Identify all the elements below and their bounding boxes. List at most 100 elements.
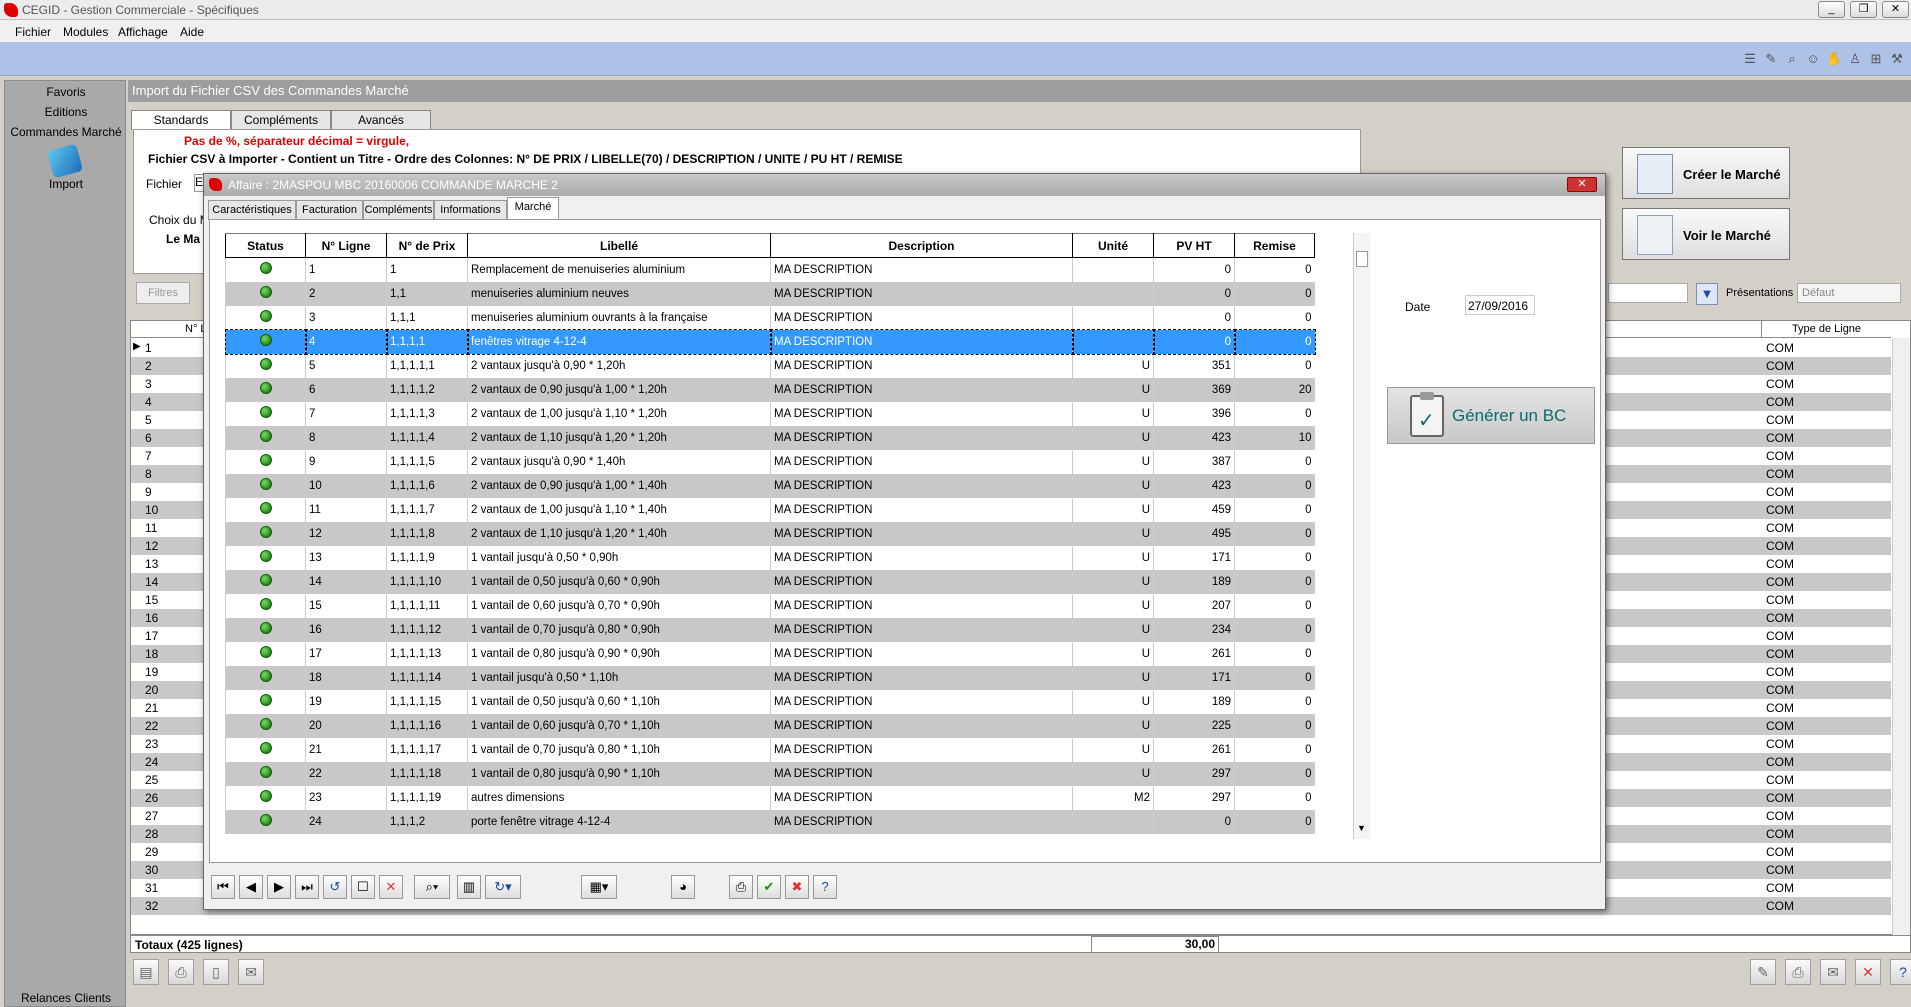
col-n-ligne[interactable]: N° Ligne xyxy=(305,233,387,258)
print-icon[interactable]: ⎙ xyxy=(168,959,194,985)
marche-row[interactable]: 17 1,1,1,1,13 1 vantail de 0,80 jusqu'à 0,… xyxy=(225,641,1315,666)
tab-marche[interactable]: Marché xyxy=(507,197,559,220)
col-remise[interactable]: Remise xyxy=(1234,233,1315,258)
marche-row[interactable]: 19 1,1,1,1,15 1 vantail de 0,50 jusqu'à 0,… xyxy=(225,689,1315,714)
table-scrollbar[interactable]: ▼ xyxy=(1353,233,1370,839)
list-icon[interactable]: ☰ xyxy=(1742,51,1758,67)
help-icon[interactable]: ? xyxy=(1890,959,1911,985)
print-dlg-icon[interactable]: ⎙ xyxy=(729,875,753,899)
date-input[interactable]: 27/09/2016 xyxy=(1465,295,1535,315)
marche-row[interactable]: 1 1 Remplacement de menuiseries aluminium M… xyxy=(225,257,1315,282)
next-icon[interactable]: ▶ xyxy=(267,875,291,899)
col-pv-ht[interactable]: PV HT xyxy=(1153,233,1235,258)
scroll-thumb[interactable] xyxy=(1356,251,1368,267)
scroll-down-icon[interactable]: ▼ xyxy=(1357,823,1366,833)
hand-icon[interactable]: ✋ xyxy=(1826,51,1842,67)
marche-row[interactable]: 12 1,1,1,1,8 2 vantaux de 1,10 jusqu'à 1,2… xyxy=(225,521,1315,546)
export-icon[interactable]: ✉ xyxy=(238,959,264,985)
filtres-button[interactable]: Filtres xyxy=(136,282,190,304)
new-icon[interactable]: ☐ xyxy=(351,875,375,899)
close-window-button[interactable]: ✕ xyxy=(1882,1,1909,18)
tab-standards[interactable]: Standards xyxy=(131,110,231,130)
search-icon[interactable]: ⌕ xyxy=(1784,51,1800,67)
col-n-prix[interactable]: N° de Prix xyxy=(386,233,468,258)
marche-row[interactable]: 20 1,1,1,1,16 1 vantail de 0,60 jusqu'à 0,… xyxy=(225,713,1315,738)
undo-icon[interactable]: ↺ xyxy=(323,875,347,899)
tab-avances[interactable]: Avancés xyxy=(331,110,431,130)
tab-caracteristiques[interactable]: Caractéristiques xyxy=(208,200,296,220)
marche-row[interactable]: 7 1,1,1,1,3 2 vantaux de 1,00 jusqu'à 1,10… xyxy=(225,401,1315,426)
module-commandes-marche[interactable]: Commandes Marché xyxy=(5,125,127,139)
col-libelle[interactable]: Libellé xyxy=(467,233,771,258)
marche-row[interactable]: 4 1,1,1,1 fenêtres vitrage 4-12-4 MA DESCRI… xyxy=(224,328,1316,355)
marche-row[interactable]: 11 1,1,1,1,7 2 vantaux de 1,00 jusqu'à 1,1… xyxy=(225,497,1315,522)
marche-row[interactable]: 14 1,1,1,1,10 1 vantail de 0,50 jusqu'à 0,… xyxy=(225,569,1315,594)
filter-combo[interactable] xyxy=(1608,283,1688,303)
pen-icon[interactable]: ✎ xyxy=(1763,51,1779,67)
module-import[interactable]: Import xyxy=(5,177,127,191)
tab-complements[interactable]: Compléments xyxy=(231,110,331,130)
marche-row[interactable]: 13 1,1,1,1,9 1 vantail jusqu'à 0,50 * 0,90… xyxy=(225,545,1315,570)
cell-remise: 0 xyxy=(1234,593,1315,618)
module-editions[interactable]: Editions xyxy=(5,105,127,119)
col-description[interactable]: Description xyxy=(770,233,1073,258)
marche-row[interactable]: 2 1,1 menuiseries aluminium neuves MA DESCR… xyxy=(225,281,1315,306)
open-doc-icon[interactable]: ▯ xyxy=(203,959,229,985)
print-preview-icon[interactable]: ▤ xyxy=(133,959,159,985)
marche-row[interactable]: 23 1,1,1,1,19 autres dimensions MA DESCRIPT… xyxy=(225,785,1315,810)
validate-icon[interactable]: ✔ xyxy=(757,875,781,899)
users-icon[interactable]: ☺ xyxy=(1805,51,1821,67)
refresh-icon[interactable]: ↻▾ xyxy=(485,875,521,899)
menu-affichage[interactable]: Affichage xyxy=(118,25,168,39)
delete-record-icon[interactable]: ✕ xyxy=(379,875,403,899)
cancel-icon[interactable]: ✖ xyxy=(785,875,809,899)
module-favoris[interactable]: Favoris xyxy=(5,85,127,99)
col-unite[interactable]: Unité xyxy=(1072,233,1154,258)
marche-row[interactable]: 16 1,1,1,1,12 1 vantail de 0,70 jusqu'à 0,… xyxy=(225,617,1315,642)
columns-icon[interactable]: ▥ xyxy=(457,875,481,899)
marche-row[interactable]: 3 1,1,1 menuiseries aluminium ouvrants à l… xyxy=(225,305,1315,330)
search-record-icon[interactable]: ⌕▾ xyxy=(414,875,450,899)
tab-informations[interactable]: Informations xyxy=(434,200,507,220)
menu-modules[interactable]: Modules xyxy=(63,25,108,39)
tools-icon[interactable]: ⚒ xyxy=(1889,51,1905,67)
restore-button[interactable]: ❐ xyxy=(1850,1,1877,18)
marche-row[interactable]: 8 1,1,1,1,4 2 vantaux de 1,10 jusqu'à 1,20… xyxy=(225,425,1315,450)
col-status[interactable]: Status xyxy=(225,233,306,258)
module-relances-clients[interactable]: Relances Clients xyxy=(5,991,127,1005)
prev-icon[interactable]: ◀ xyxy=(239,875,263,899)
calendar-icon[interactable]: ▦▾ xyxy=(581,875,617,899)
menu-fichier[interactable]: Fichier xyxy=(15,25,51,39)
filter-apply-icon[interactable]: ▼ xyxy=(1696,283,1718,305)
tool-a-icon[interactable]: ✎ xyxy=(1750,959,1776,985)
marche-row[interactable]: 9 1,1,1,1,5 2 vantaux jusqu'à 0,90 * 1,40h… xyxy=(225,449,1315,474)
tool-c-icon[interactable]: ✉ xyxy=(1820,959,1846,985)
delete-icon[interactable]: ✕ xyxy=(1855,959,1881,985)
tool-b-icon[interactable]: ⎙ xyxy=(1785,959,1811,985)
marche-row[interactable]: 18 1,1,1,1,14 1 vantail jusqu'à 0,50 * 1,1… xyxy=(225,665,1315,690)
dialog-close-button[interactable]: ✕ xyxy=(1567,177,1597,192)
first-icon[interactable]: ⏮ xyxy=(211,875,235,899)
grid-scrollbar[interactable] xyxy=(1892,338,1910,936)
import-icon[interactable] xyxy=(46,143,84,179)
tab-complements-dlg[interactable]: Compléments xyxy=(363,200,434,220)
marche-row[interactable]: 22 1,1,1,1,18 1 vantail de 0,80 jusqu'à 0,… xyxy=(225,761,1315,786)
chart-icon[interactable]: ◕ xyxy=(671,875,695,899)
generer-bc-button[interactable]: ✓ Générer un BC xyxy=(1387,387,1595,444)
tab-facturation[interactable]: Facturation xyxy=(296,200,363,220)
marche-row[interactable]: 5 1,1,1,1,1 2 vantaux jusqu'à 0,90 * 1,20h… xyxy=(225,353,1315,378)
last-icon[interactable]: ⏭ xyxy=(295,875,319,899)
marche-row[interactable]: 15 1,1,1,1,11 1 vantail de 0,60 jusqu'à 0,… xyxy=(225,593,1315,618)
marche-row[interactable]: 6 1,1,1,1,2 2 vantaux de 0,90 jusqu'à 1,00… xyxy=(225,377,1315,402)
voir-marche-button[interactable]: Voir le Marché xyxy=(1622,208,1790,260)
presentations-select[interactable]: Défaut xyxy=(1797,283,1901,303)
marche-row[interactable]: 21 1,1,1,1,17 1 vantail de 0,70 jusqu'à 0,… xyxy=(225,737,1315,762)
marche-row[interactable]: 24 1,1,1,2 porte fenêtre vitrage 4-12-4 MA … xyxy=(225,809,1315,834)
cart-icon[interactable]: ⊞ xyxy=(1868,51,1884,67)
user-icon[interactable]: ♙ xyxy=(1847,51,1863,67)
menu-aide[interactable]: Aide xyxy=(180,25,204,39)
creer-marche-button[interactable]: Créer le Marché xyxy=(1622,147,1790,199)
marche-row[interactable]: 10 1,1,1,1,6 2 vantaux de 0,90 jusqu'à 1,0… xyxy=(225,473,1315,498)
help-dlg-icon[interactable]: ? xyxy=(813,875,837,899)
minimize-button[interactable]: _ xyxy=(1818,1,1845,18)
